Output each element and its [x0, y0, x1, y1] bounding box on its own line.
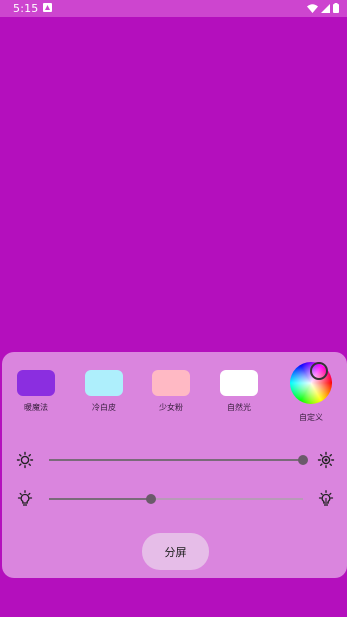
wifi-icon: [307, 3, 318, 13]
preset-swatch-warm-magic[interactable]: [17, 370, 55, 396]
notification-icon: [43, 3, 52, 12]
color-picker-handle[interactable]: [310, 362, 328, 380]
preset-label: 少女粉: [159, 403, 183, 412]
preset-label: 冷白皮: [92, 403, 116, 412]
status-bar: 5:15: [0, 0, 347, 17]
preset-swatch-girl-pink[interactable]: [152, 370, 190, 396]
color-wheel-icon[interactable]: [290, 362, 332, 404]
preset-swatch-natural-light[interactable]: [220, 370, 258, 396]
custom-label: 自定义: [299, 413, 323, 422]
color-temperature-slider-thumb[interactable]: [145, 494, 156, 504]
color-temperature-slider[interactable]: [49, 494, 303, 504]
battery-icon: [333, 3, 339, 13]
bulb-bright-icon: [318, 490, 334, 506]
preset-label: 暖魔法: [24, 403, 48, 412]
brightness-slider-thumb[interactable]: [298, 455, 308, 465]
control-panel: 暖魔法 冷白皮 少女粉 自然光 自定义 分屏: [2, 352, 347, 578]
preset-label: 自然光: [227, 403, 251, 412]
color-temperature-slider-fill: [49, 498, 151, 500]
status-icons: [307, 3, 339, 13]
brightness-slider-fill: [49, 459, 303, 461]
preset-swatch-cool-white[interactable]: [85, 370, 123, 396]
brightness-high-icon: [317, 451, 335, 469]
split-screen-button[interactable]: 分屏: [142, 533, 209, 570]
bulb-dim-icon: [17, 490, 33, 506]
status-time: 5:15: [13, 2, 39, 15]
brightness-low-icon: [16, 451, 34, 469]
cell-signal-icon: [321, 3, 330, 13]
brightness-slider[interactable]: [49, 455, 308, 465]
